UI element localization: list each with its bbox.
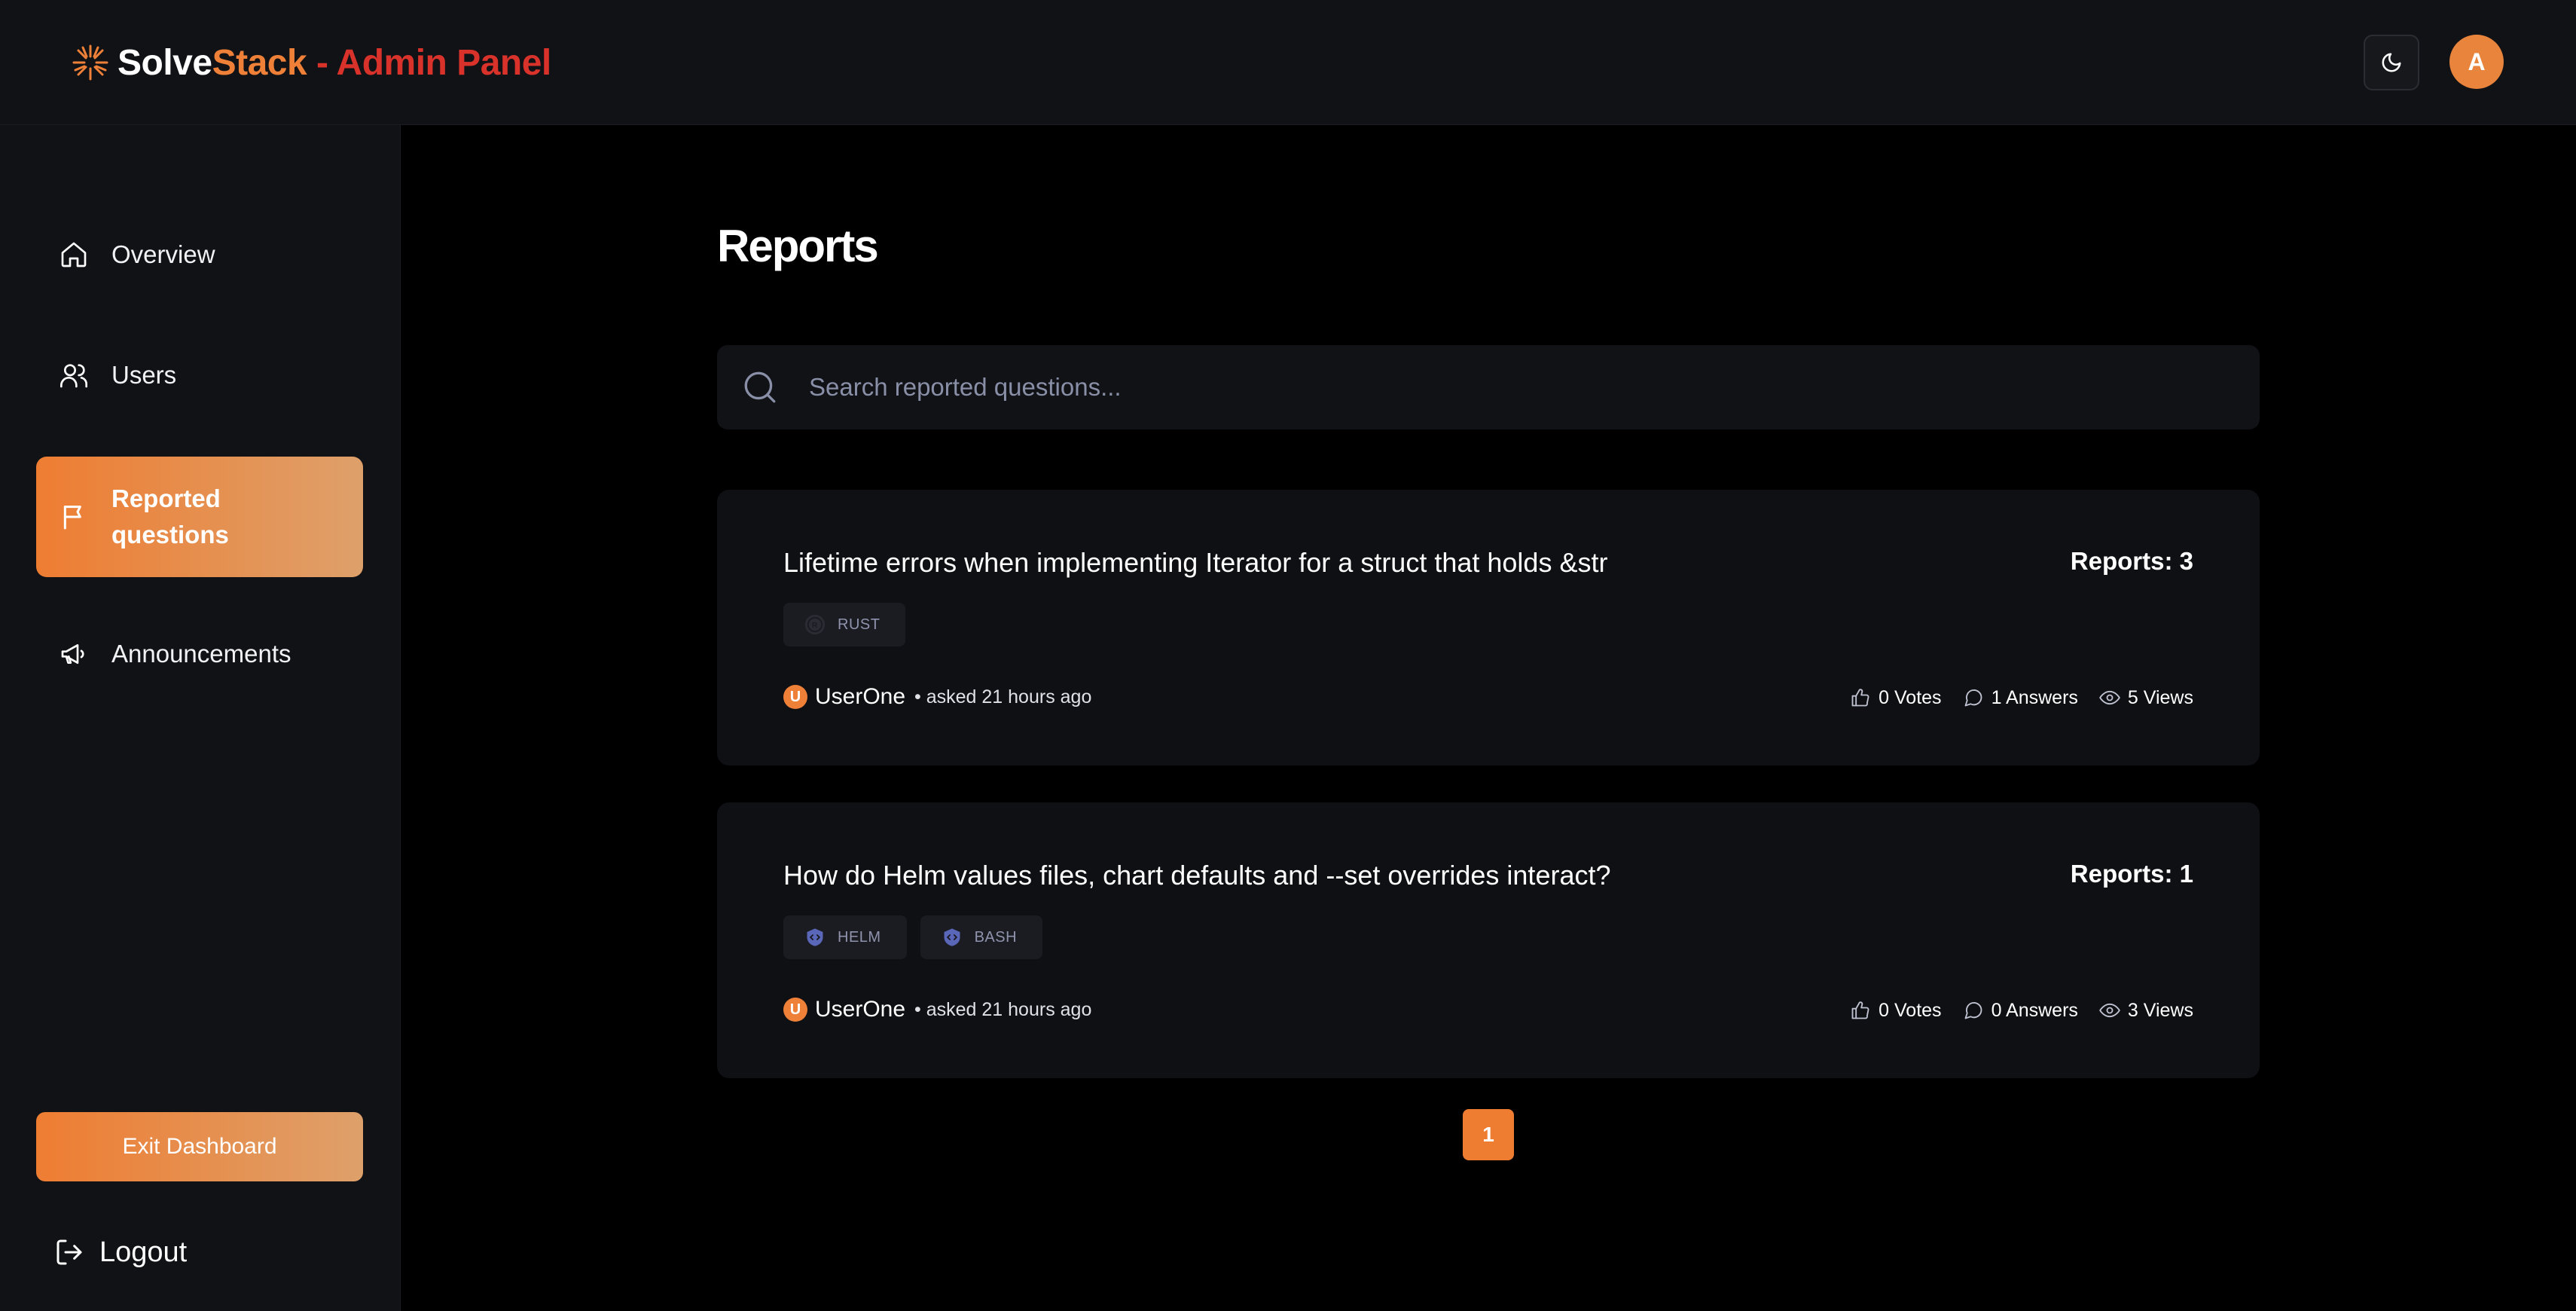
search-bar (717, 345, 2260, 429)
brand-name: SolveStack - Admin Panel (118, 42, 551, 84)
pagination-page-1[interactable]: 1 (1463, 1109, 1514, 1160)
search-icon (744, 371, 776, 403)
tag-bash[interactable]: BASH (920, 915, 1043, 959)
author-avatar: U (783, 685, 807, 709)
svg-text:R: R (812, 621, 818, 630)
sidebar-item-label: Announcements (111, 640, 291, 668)
sidebar-item-label: Reported questions (111, 484, 229, 549)
views-count: 5 Views (2127, 686, 2193, 708)
views-stat: 5 Views (2099, 687, 2193, 709)
reports-count: Reports: 3 (2070, 547, 2193, 575)
question-author: U UserOne • asked 21 hours ago (783, 684, 1091, 710)
tag-list: HELM BASH (783, 915, 1043, 959)
question-card[interactable]: Lifetime errors when implementing Iterat… (717, 490, 2260, 766)
flag-icon (57, 500, 90, 533)
question-title[interactable]: Lifetime errors when implementing Iterat… (783, 547, 1607, 579)
tag-label: RUST (838, 616, 881, 633)
votes-stat: 0 Votes (1850, 999, 1942, 1022)
brand-stack: Stack (212, 42, 307, 83)
question-card[interactable]: How do Helm values files, chart defaults… (717, 802, 2260, 1078)
search-input[interactable] (809, 373, 2260, 402)
asked-time: • asked 21 hours ago (914, 998, 1092, 1020)
megaphone-icon (57, 637, 90, 671)
author-name[interactable]: UserOne (815, 684, 905, 710)
logout-icon (56, 1239, 82, 1265)
votes-count: 0 Votes (1879, 686, 1942, 708)
rust-logo-icon: R (804, 614, 826, 635)
sunburst-logo-icon (72, 44, 108, 81)
logout-button[interactable]: Logout (54, 1230, 187, 1275)
question-stats: 0 Votes 1 Answers 5 Views (1850, 684, 2193, 711)
theme-toggle-button[interactable] (2364, 35, 2419, 90)
sidebar: Overview Users Reported questions Announ… (0, 125, 401, 1311)
brand-admin-panel: - Admin Panel (307, 42, 551, 83)
eye-icon (2099, 690, 2120, 705)
home-icon (57, 238, 90, 271)
answers-stat: 0 Answers (1963, 1000, 2078, 1022)
logout-label: Logout (99, 1236, 188, 1268)
brand-logo[interactable]: SolveStack - Admin Panel (69, 36, 551, 89)
thumbs-up-icon (1851, 689, 1869, 707)
tag-label: BASH (974, 928, 1018, 946)
tag-rust[interactable]: R RUST (783, 603, 906, 646)
code-shield-icon (944, 928, 960, 946)
eye-icon (2099, 1003, 2120, 1018)
sidebar-item-label: Users (111, 361, 177, 389)
author-avatar: U (783, 998, 807, 1022)
author-name[interactable]: UserOne (815, 997, 905, 1022)
sidebar-item-label: Overview (111, 240, 215, 268)
question-author: U UserOne • asked 21 hours ago (783, 997, 1091, 1022)
thumbs-up-icon (1851, 1001, 1869, 1019)
sidebar-item-announcements[interactable]: Announcements (36, 630, 363, 678)
answers-count: 1 Answers (1991, 686, 2078, 708)
question-stats: 0 Votes 0 Answers 3 Views (1850, 997, 2193, 1024)
answers-stat: 1 Answers (1963, 687, 2078, 709)
question-title[interactable]: How do Helm values files, chart defaults… (783, 860, 1611, 891)
comment-icon (1964, 1001, 1982, 1019)
user-avatar-button[interactable]: A (2449, 35, 2504, 89)
views-count: 3 Views (2127, 999, 2193, 1021)
moon-icon (2382, 53, 2401, 72)
votes-stat: 0 Votes (1850, 686, 1942, 709)
code-shield-icon (807, 928, 823, 946)
votes-count: 0 Votes (1879, 999, 1942, 1021)
sidebar-item-overview[interactable]: Overview (36, 231, 363, 279)
asked-time: • asked 21 hours ago (914, 686, 1092, 707)
answers-count: 0 Answers (1991, 999, 2078, 1021)
comment-icon (1964, 689, 1982, 707)
brand-solve: Solve (118, 42, 212, 83)
page-title: Reports (717, 221, 879, 271)
exit-dashboard-button[interactable]: Exit Dashboard (36, 1112, 363, 1181)
sidebar-item-reported-questions[interactable]: Reported questions (36, 457, 363, 577)
tag-label: HELM (838, 928, 881, 946)
top-header: SolveStack - Admin Panel A (0, 0, 2576, 125)
sidebar-item-users[interactable]: Users (36, 351, 363, 399)
tag-list: R RUST (783, 603, 906, 646)
users-icon (57, 359, 90, 392)
tag-helm[interactable]: HELM (783, 915, 907, 959)
reports-count: Reports: 1 (2070, 860, 2193, 888)
views-stat: 3 Views (2099, 1000, 2193, 1022)
